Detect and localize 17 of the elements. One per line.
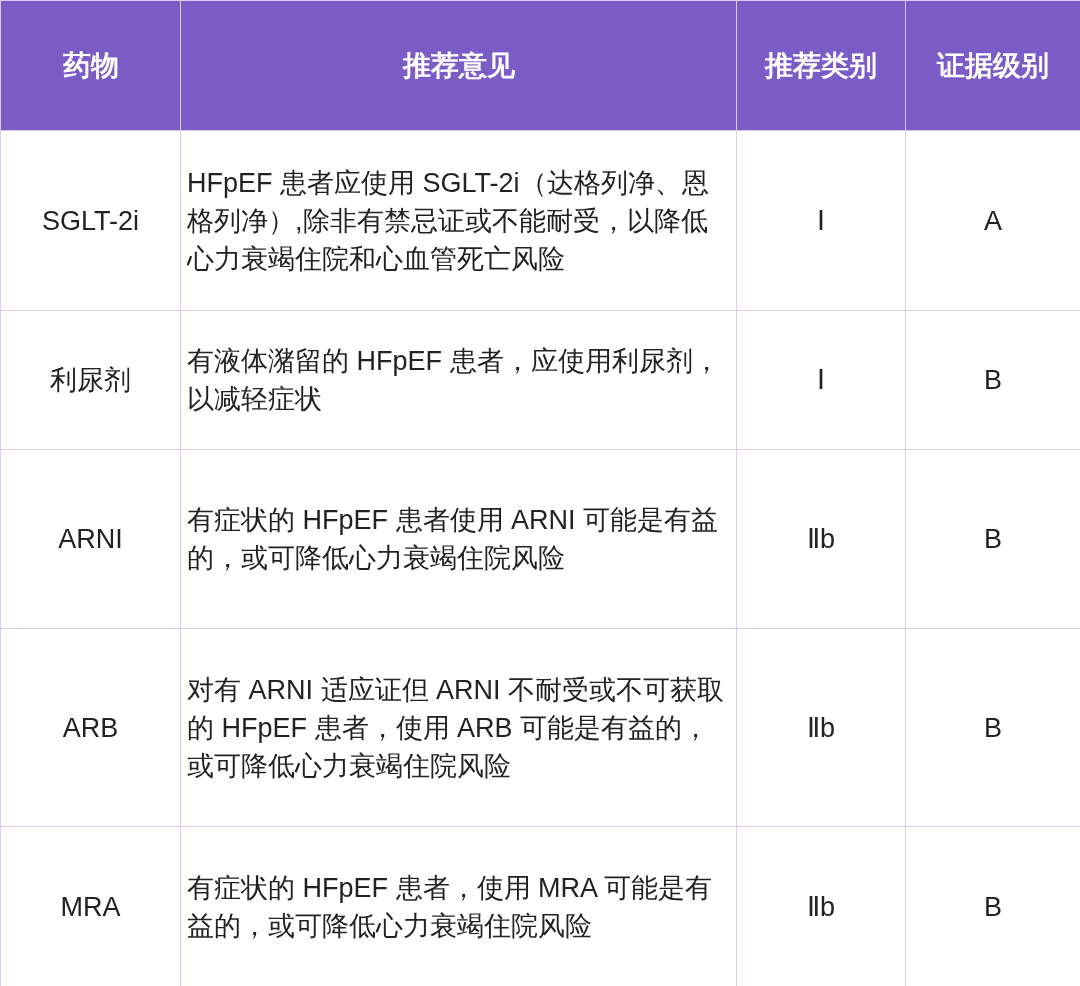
column-header: 推荐类别 (736, 0, 906, 131)
table-cell: Ⅱb (736, 449, 906, 629)
column-header: 药物 (0, 0, 181, 131)
table-cell: Ⅰ (736, 130, 906, 311)
column-header: 证据级别 (905, 0, 1080, 131)
table-cell: SGLT-2i (0, 130, 181, 311)
table-cell: ARNI (0, 449, 181, 629)
table-cell: Ⅱb (736, 628, 906, 827)
table-cell: ARB (0, 628, 181, 827)
column-header: 推荐意见 (180, 0, 737, 131)
table-cell: 利尿剂 (0, 310, 181, 450)
table-cell: Ⅰ (736, 310, 906, 450)
table-cell: 对有 ARNI 适应证但 ARNI 不耐受或不可获取的 HFpEF 患者，使用 ARB 可能是有益的，或可降低心力衰竭住院风险 (180, 628, 737, 827)
table-cell: HFpEF 患者应使用 SGLT-2i（达格列净、恩格列净）,除非有禁忌证或不能耐受，以降低心力衰竭住院和心血管死亡风险 (180, 130, 737, 311)
table-cell: 有症状的 HFpEF 患者使用 ARNI 可能是有益的，或可降低心力衰竭住院风险 (180, 449, 737, 629)
table-cell: 有液体潴留的 HFpEF 患者，应使用利尿剂，以减轻症状 (180, 310, 737, 450)
table-cell: MRA (0, 826, 181, 986)
